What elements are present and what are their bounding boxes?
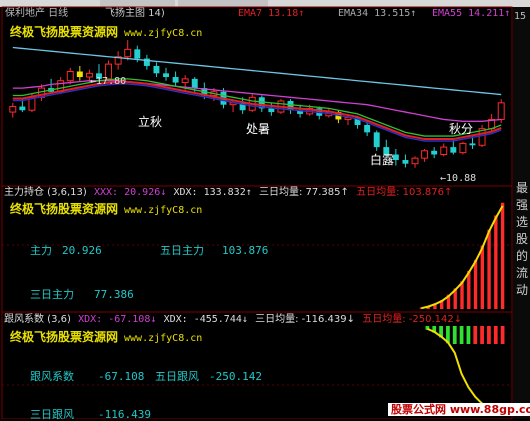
panel2-readout-main: 主力 20.926 [30, 244, 102, 257]
watermark-url: www.zjfyC8.cn [124, 28, 203, 39]
panel2-name: 主力持仓 (3,6,13) [4, 187, 87, 198]
candle-body [440, 146, 448, 155]
candle-body [181, 78, 189, 84]
candle-body [153, 65, 160, 74]
panel3-bar [452, 326, 457, 344]
panel2-item-2: XDX: 133.832↑ [173, 187, 252, 198]
candle-body [172, 77, 179, 83]
tab-save[interactable] [178, 0, 268, 7]
candle-body [469, 143, 476, 146]
panel3-item-4: 五日均量: -250.142↓ [362, 314, 463, 325]
panel3-bar [500, 326, 505, 344]
ema7-readout: EMA7 13.18↑ [238, 8, 305, 19]
panel2-item-3: 三日均量: 77.385↑ [258, 187, 349, 198]
panel3-item-1: XDX: -67.108↓ [78, 314, 157, 325]
watermark-url: www.zjfyC8.cn [124, 333, 203, 344]
annotation-bailu: 白露 [370, 153, 395, 167]
panel2-bar [500, 202, 505, 309]
panel3-bar [480, 326, 484, 344]
right-axis-tick: 15 [514, 11, 527, 22]
candle-body [191, 78, 198, 89]
panel2-bar [473, 259, 478, 309]
window-title: 保利地产 日线 [5, 8, 69, 19]
annotation-qiufen: 秋分 [449, 122, 474, 136]
candle-body [268, 108, 275, 113]
candle-body [450, 147, 457, 153]
panel3-bar [459, 326, 464, 344]
panel3-item-2: XDX: -455.744↓ [163, 314, 248, 325]
candle-body [373, 132, 380, 148]
panel3-readout-3day: 三日跟风 -116.439 [30, 408, 151, 421]
candle-body [163, 73, 169, 78]
candle-body [431, 150, 438, 155]
ema55-readout: EMA55 14.211↑ [432, 8, 511, 19]
side-vertical-text: 最强选股的流动 [516, 181, 529, 297]
watermark-text: 终极飞扬股票资源网 [10, 25, 119, 39]
watermark-panel3: 终极飞扬股票资源网 www.zjfyC8.cn [10, 331, 202, 344]
indicator-title: 飞扬主图 14) [105, 8, 165, 19]
watermark-panel2: 终极飞扬股票资源网 www.zjfyC8.cn [10, 203, 202, 216]
footer-brand: 股票公式网 www.88gp.com [388, 403, 530, 416]
panel3-bar [493, 326, 498, 344]
watermark-main: 终极飞扬股票资源网 www.zjfyC8.cn [10, 26, 202, 39]
panel2-readout-3day: 三日主力 77.386 [30, 288, 134, 301]
candle-body [364, 124, 371, 133]
candle-body [411, 157, 419, 165]
watermark-text: 终极飞扬股票资源网 [10, 330, 119, 344]
panel3-bar [487, 326, 491, 344]
panel3-readout-main: 跟风系数 -67.108 [30, 370, 145, 383]
high-price-label: ←17.80 [90, 76, 127, 87]
tab-edit[interactable] [100, 0, 175, 7]
panel2-readout-5day: 五日主力 103.876 [160, 244, 269, 257]
annotation-liqiu: 立秋 [138, 115, 163, 129]
candle-body [459, 142, 467, 154]
panel2-bar [494, 215, 498, 309]
ema34-readout: EMA34 13.515↑ [338, 8, 417, 19]
panel3-readout-5day: 五日跟风 -250.142 [155, 370, 262, 383]
annotation-chushu: 处暑 [246, 122, 271, 136]
panel2-item-1: XXX: 20.926↓ [93, 187, 167, 198]
panel3-item-3: 三日均量: -116.439↓ [255, 314, 356, 325]
panel2-header: 主力持仓 (3,6,13) XXX: 20.926↓ XDX: 133.832↑… [4, 188, 452, 198]
watermark-url: www.zjfyC8.cn [124, 205, 203, 216]
candle-body [402, 160, 409, 164]
candle-body [9, 106, 17, 113]
candle-body [497, 102, 505, 120]
watermark-text: 终极飞扬股票资源网 [10, 202, 119, 216]
panel3-bar [473, 326, 478, 344]
panel2-bar [480, 245, 484, 309]
panel2-bar [467, 270, 471, 309]
panel3-name: 跟风系数 (3,6) [4, 314, 71, 325]
panel3-header: 跟风系数 (3,6) XDX: -67.108↓ XDX: -455.744↓ … [4, 315, 462, 325]
candle-body [134, 49, 141, 59]
candle-body [124, 48, 132, 58]
candle-body [76, 71, 83, 78]
candle-body [421, 150, 429, 159]
low-price-label: ←10.88 [440, 173, 477, 184]
panel2-item-4: 五日均量: 103.876↑ [356, 187, 453, 198]
panel3-bar [466, 326, 471, 344]
panel2-bar [487, 229, 491, 309]
candle-body [19, 106, 26, 111]
candle-body [66, 70, 74, 82]
